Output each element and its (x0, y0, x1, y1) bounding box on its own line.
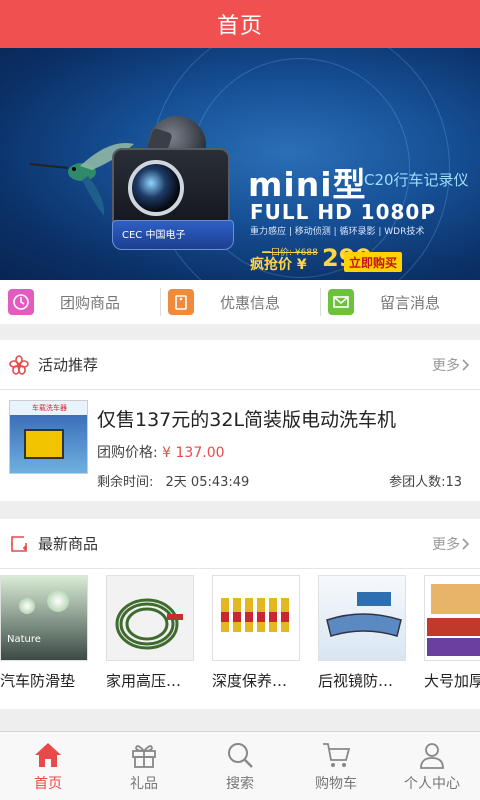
pressure-hose-image (106, 575, 194, 661)
product-carousel[interactable]: Nature 汽车防滑垫 家用高压… 深度保养… 后视镜防… 大号加厚 (0, 569, 480, 709)
activity-more-link[interactable]: 更多 (432, 355, 470, 375)
page-title: 首页 (216, 14, 263, 39)
car-washer-thumbnail: 车载洗车器 (9, 400, 88, 474)
cart-icon (323, 743, 351, 767)
chevron-right-icon (462, 358, 470, 371)
tab-cart[interactable]: 购物车 (288, 732, 384, 800)
washer-box-image (24, 429, 64, 459)
product-card[interactable]: 后视镜防… (318, 575, 408, 691)
promo-banner[interactable]: CEC 中国电子 mini型 C20行车记录仪 FULL HD 1080P 重力… (0, 48, 480, 280)
decor (431, 584, 480, 614)
quicknav-discounts[interactable]: 优惠信息 (160, 280, 320, 324)
banner-resolution: FULL HD 1080P (250, 200, 436, 224)
product-card[interactable]: 家用高压… (106, 575, 196, 691)
product-card[interactable]: 大号加厚 (424, 575, 480, 691)
user-icon (420, 743, 444, 769)
tag-icon (168, 289, 194, 315)
tab-gifts[interactable]: 礼品 (96, 732, 192, 800)
mail-icon (328, 289, 354, 315)
latest-header: 最新商品 更多 (0, 519, 480, 569)
towel-image (424, 575, 480, 661)
more-label: 更多 (432, 357, 460, 374)
tab-label: 购物车 (315, 776, 357, 792)
product-name: 大号加厚 (424, 672, 480, 690)
tab-profile[interactable]: 个人中心 (384, 732, 480, 800)
search-icon (228, 743, 253, 768)
banner-headline: mini型 (248, 165, 367, 204)
engine-treatment-image (212, 575, 300, 661)
quicknav-label: 优惠信息 (219, 293, 280, 312)
quicknav-label: 留言消息 (379, 293, 440, 312)
tab-label: 首页 (34, 776, 62, 792)
banner-price-label: 疯抢价 ¥ (250, 257, 307, 273)
banner-subhead: C20行车记录仪 (364, 171, 469, 189)
banner-features: 重力感应 | 移动侦测 | 循环录影 | WDR技术 (250, 227, 425, 237)
tab-label: 礼品 (130, 776, 158, 792)
section-title: 活动推荐 (38, 356, 99, 374)
participant-count: 参团人数:13 (389, 475, 462, 490)
product-name: 家用高压… (106, 672, 182, 690)
decor (19, 598, 35, 614)
title-bar: 首页 (0, 0, 480, 48)
thumb-caption: 车载洗车器 (10, 401, 87, 415)
product-name: 后视镜防… (318, 672, 394, 690)
bottom-tab-bar: 首页 礼品 搜索 购物车 个人中心 (0, 731, 480, 800)
latest-more-link[interactable]: 更多 (432, 534, 470, 554)
product-name: 深度保养… (212, 672, 288, 690)
product-name: 汽车防滑垫 (0, 672, 76, 690)
mirror-film-image (318, 575, 406, 661)
price-label: 团购价格: (97, 445, 158, 461)
activity-item-price-row: 团购价格: ¥ 137.00 (97, 442, 225, 462)
gift-icon (132, 745, 156, 768)
tab-home[interactable]: 首页 (0, 732, 96, 800)
quick-nav: 团购商品 优惠信息 留言消息 (0, 280, 480, 324)
price-value: ¥ 137.00 (162, 445, 225, 461)
latest-section: 最新商品 更多 Nature 汽车防滑垫 家用高压… 深度保养… 后视镜防… 大… (0, 519, 480, 709)
thumb-text: Nature (7, 634, 41, 645)
more-label: 更多 (432, 536, 460, 553)
home-icon (35, 743, 61, 767)
flower-icon (8, 354, 30, 376)
tab-search[interactable]: 搜索 (192, 732, 288, 800)
product-card[interactable]: 深度保养… (212, 575, 302, 691)
activity-item-time-row: 剩余时间: 2天 05:43:49 (97, 471, 249, 490)
decor (427, 618, 480, 636)
tab-label: 个人中心 (404, 776, 460, 792)
activity-section: 活动推荐 更多 车载洗车器 仅售137元的32L简装版电动洗车机 团购价格: ¥… (0, 340, 480, 501)
activity-header: 活动推荐 更多 (0, 340, 480, 390)
product-card[interactable]: Nature 汽车防滑垫 (0, 575, 90, 691)
activity-item[interactable]: 车载洗车器 仅售137元的32L简装版电动洗车机 团购价格: ¥ 137.00 … (0, 390, 480, 501)
tab-label: 搜索 (226, 776, 254, 792)
decor (47, 590, 69, 612)
anti-slip-mat-image: Nature (0, 575, 88, 661)
banner-buy-button[interactable]: 立即购买 (344, 252, 402, 272)
activity-item-title: 仅售137元的32L简装版电动洗车机 (97, 409, 397, 431)
time-value: 2天 05:43:49 (165, 475, 250, 490)
quicknav-label: 团购商品 (59, 293, 120, 312)
dashcam-lens-image (128, 160, 184, 216)
clock-icon (8, 289, 34, 315)
section-title: 最新商品 (38, 535, 99, 553)
dashcam-brand: CEC 中国电子 (122, 230, 186, 241)
quicknav-group-buy[interactable]: 团购商品 (0, 280, 160, 324)
time-label: 剩余时间: (97, 475, 154, 490)
new-item-icon (8, 533, 30, 555)
decor (427, 638, 480, 656)
quicknav-messages[interactable]: 留言消息 (320, 280, 480, 324)
chevron-right-icon (462, 537, 470, 550)
